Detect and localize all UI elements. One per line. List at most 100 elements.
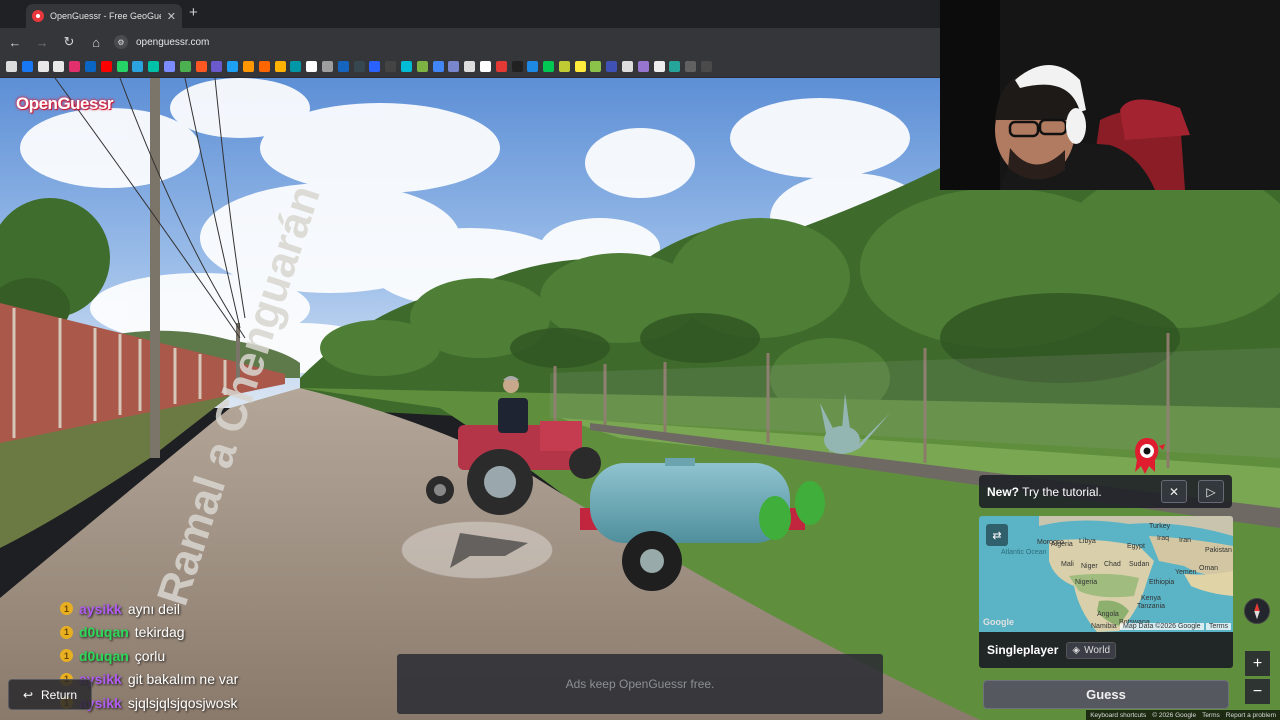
bookmark-favicon-icon[interactable] [416, 61, 428, 72]
forward-button[interactable]: → [30, 30, 54, 54]
home-button[interactable]: ⌂ [84, 30, 108, 54]
game-mode-label: Singleplayer [987, 643, 1059, 657]
bookmark-favicon-icon[interactable] [464, 61, 476, 72]
bookmark-favicon-icon[interactable] [685, 61, 697, 72]
pano-navigation-arrow[interactable] [401, 521, 553, 579]
bookmark-favicon-icon[interactable] [669, 61, 681, 72]
report-problem-link[interactable]: Report a problem [1226, 712, 1276, 719]
chat-text: git bakalım ne var [127, 671, 239, 688]
bookmark-favicon-icon[interactable] [100, 61, 112, 72]
bookmark-favicon-icon[interactable] [163, 61, 175, 72]
chat-message: 1aysikksjqlsjqlsjqosjwosk [60, 691, 380, 715]
bookmark-favicon-icon[interactable] [321, 61, 333, 72]
bookmark-favicon-icon[interactable] [69, 61, 81, 72]
zoom-out-button[interactable]: − [1245, 679, 1270, 704]
map-world-label: World [1084, 644, 1111, 656]
back-button[interactable]: ← [3, 30, 27, 54]
new-tab-button[interactable]: + [189, 5, 198, 21]
map-country-label: Mali [1061, 561, 1074, 568]
map-world-selector[interactable]: ◈ World [1066, 641, 1117, 659]
bookmark-favicon-icon[interactable] [84, 61, 96, 72]
bookmark-favicon-icon[interactable] [242, 61, 254, 72]
bookmark-favicon-icon[interactable] [558, 61, 570, 72]
bookmark-favicon-icon[interactable] [479, 61, 491, 72]
bookmark-favicon-icon[interactable] [211, 61, 223, 72]
zoom-in-button[interactable]: + [1245, 651, 1270, 676]
chat-text: sjqlsjqlsjqosjwosk [127, 694, 238, 711]
bookmark-favicon-icon[interactable] [495, 61, 507, 72]
chat-message: 1 d0uqan tekirdag [60, 621, 380, 645]
copyright-text: © 2026 Google [1152, 711, 1197, 719]
bookmark-favicon-icon[interactable] [369, 61, 381, 72]
browser-tab-strip: OpenGuessr - Free GeoGuessr Alternative … [0, 0, 940, 28]
bookmark-favicon-icon[interactable] [543, 61, 555, 72]
site-info-icon[interactable]: ⚙ [114, 35, 128, 49]
bookmark-favicon-icon[interactable] [290, 61, 302, 72]
bookmark-favicon-icon[interactable] [400, 61, 412, 72]
bookmark-favicon-icon[interactable] [637, 61, 649, 72]
bookmark-favicon-icon[interactable] [701, 61, 713, 72]
bookmark-favicon-icon[interactable] [385, 61, 397, 72]
close-tab-icon[interactable]: ✕ [167, 10, 176, 23]
bookmarks-bar [0, 56, 940, 78]
map-country-label: Iraq [1157, 535, 1169, 542]
bookmark-favicon-icon[interactable] [590, 61, 602, 72]
map-data-credit: Map Data ©2026 Google [1120, 623, 1204, 630]
browser-tab[interactable]: OpenGuessr - Free GeoGuessr Alternative … [26, 4, 182, 28]
bookmark-favicon-icon[interactable] [306, 61, 318, 72]
keyboard-shortcuts-link[interactable]: Keyboard shortcuts [1090, 712, 1146, 719]
webcam-image [940, 0, 1280, 190]
reload-button[interactable]: ↻ [57, 30, 81, 54]
bookmark-favicon-icon[interactable] [622, 61, 634, 72]
bookmark-favicon-icon[interactable] [21, 61, 33, 72]
chat-text: çorlu [134, 647, 166, 664]
bookmark-favicon-icon[interactable] [116, 61, 128, 72]
bookmark-favicon-icon[interactable] [179, 61, 191, 72]
bookmark-favicon-icon[interactable] [653, 61, 665, 72]
map-country-label: Yemen [1175, 569, 1197, 576]
footer-terms-link[interactable]: Terms [1202, 712, 1220, 719]
chat-username: aysikk [79, 600, 122, 617]
url-text[interactable]: openguessr.com [136, 37, 209, 48]
bookmark-favicon-icon[interactable] [511, 61, 523, 72]
bookmark-favicon-icon[interactable] [606, 61, 618, 72]
tutorial-prefix: New? [987, 484, 1020, 499]
subscriber-badge-icon: 1 [60, 649, 73, 663]
bookmark-favicon-icon[interactable] [132, 61, 144, 72]
tutorial-play-button[interactable]: ▷ [1198, 480, 1224, 503]
map-country-label: Angola [1097, 611, 1119, 618]
bookmark-favicon-icon[interactable] [37, 61, 49, 72]
guess-button[interactable]: Guess [983, 680, 1229, 709]
bookmark-favicon-icon[interactable] [337, 61, 349, 72]
tutorial-close-button[interactable]: ✕ [1161, 480, 1187, 503]
chat-message: 1 aysikk aynı deil [60, 597, 380, 621]
map-country-label: Nigeria [1075, 579, 1097, 586]
subscriber-badge-icon: 1 [60, 625, 73, 639]
bookmark-favicon-icon[interactable] [258, 61, 270, 72]
map-country-label: Turkey [1149, 523, 1171, 530]
openguessr-logo[interactable]: OpenGuessr [16, 94, 114, 114]
map-country-label: Iran [1179, 537, 1191, 544]
map-country-label: Morocco [1037, 539, 1064, 546]
bookmark-favicon-icon[interactable] [227, 61, 239, 72]
return-button[interactable]: ↩ Return [8, 679, 92, 710]
bookmark-favicon-icon[interactable] [195, 61, 207, 72]
map-country-label: Tanzania [1137, 603, 1165, 610]
map-country-label: Niger [1081, 563, 1098, 570]
bookmark-favicon-icon[interactable] [432, 61, 444, 72]
map-country-label: Ethiopia [1149, 579, 1174, 586]
bookmark-favicon-icon[interactable] [148, 61, 160, 72]
bookmark-favicon-icon[interactable] [274, 61, 286, 72]
map-terms-link[interactable]: Terms [1206, 623, 1232, 630]
bookmark-favicon-icon[interactable] [574, 61, 586, 72]
compass-icon[interactable] [1244, 598, 1270, 624]
bookmark-favicon-icon[interactable] [448, 61, 460, 72]
guess-map[interactable]: Algeria Libya Egypt Mali Niger Chad Sudan Niger… [979, 516, 1233, 632]
chat-message: 1 d0uqan çorlu [60, 644, 380, 668]
bookmark-favicon-icon[interactable] [527, 61, 539, 72]
url-field[interactable]: ⚙ openguessr.com [114, 31, 209, 53]
map-swap-icon[interactable]: ⇄ [986, 524, 1008, 546]
bookmark-favicon-icon[interactable] [6, 61, 17, 72]
bookmark-favicon-icon[interactable] [353, 61, 365, 72]
bookmark-favicon-icon[interactable] [53, 61, 65, 72]
